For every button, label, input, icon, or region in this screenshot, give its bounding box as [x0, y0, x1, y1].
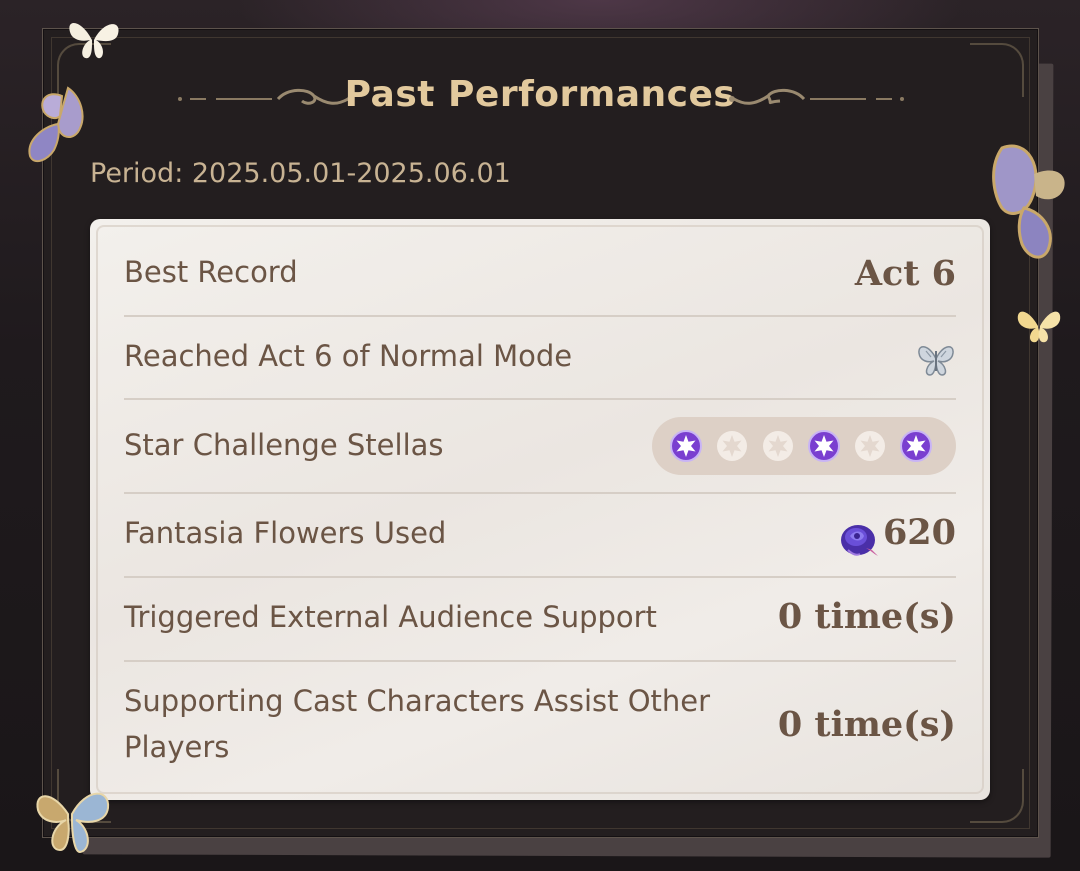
stella-empty-icon	[855, 431, 885, 461]
butterfly-icon	[28, 86, 84, 163]
butterfly-icon	[69, 22, 119, 59]
performance-card: Best Record Act 6 Reached Act 6 of Norma…	[90, 219, 990, 800]
row-external-support: Triggered External Audience Support 0 ti…	[124, 578, 956, 662]
row-star-challenge: Star Challenge Stellas	[124, 400, 956, 494]
stella-filled-icon	[808, 430, 840, 462]
panel-title: Past Performances	[344, 74, 736, 115]
row-best-record: Best Record Act 6	[124, 241, 956, 317]
stella-filled-icon	[670, 430, 702, 462]
title-row: Past Performances	[0, 68, 1080, 128]
row-label: Triggered External Audience Support	[124, 600, 657, 634]
row-fantasia-flowers: Fantasia Flowers Used 620	[124, 494, 956, 578]
supporting-cast-value: 0 time(s)	[777, 704, 956, 745]
row-label: Reached Act 6 of Normal Mode	[124, 339, 573, 373]
fantasia-flower-icon	[841, 525, 878, 556]
stella-empty-icon	[763, 431, 793, 461]
stella-empty-icon	[717, 431, 747, 461]
stella-filled-icon	[900, 430, 932, 462]
butterfly-icon	[1017, 311, 1061, 343]
row-label: Star Challenge Stellas	[124, 428, 444, 462]
silver-butterfly-icon	[918, 346, 954, 376]
row-label: Best Record	[124, 255, 298, 289]
butterfly-icon	[992, 144, 1065, 259]
row-supporting-cast: Supporting Cast Characters Assist Other …	[124, 662, 956, 782]
external-support-value: 0 time(s)	[777, 596, 956, 637]
fantasia-flowers-value: 620	[882, 512, 956, 553]
period-text: Period: 2025.05.01-2025.06.01	[90, 158, 511, 189]
stellas-tray	[652, 417, 956, 475]
row-reached-act: Reached Act 6 of Normal Mode	[124, 317, 956, 400]
row-label: Supporting Cast Characters Assist Other …	[124, 684, 711, 765]
butterfly-icon	[36, 792, 110, 854]
best-record-value: Act 6	[854, 253, 956, 294]
right-flourish-icon	[729, 88, 904, 105]
row-label: Fantasia Flowers Used	[124, 516, 447, 550]
